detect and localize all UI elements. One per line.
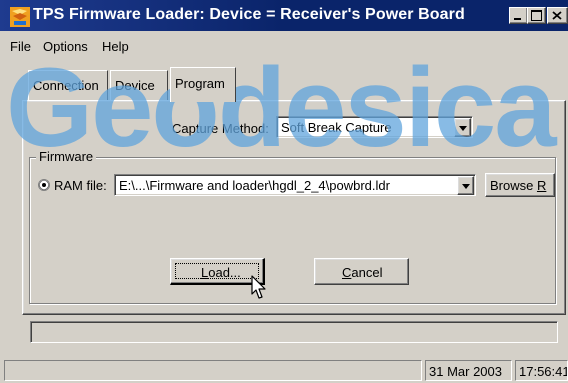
tab-device-label: Device [115, 78, 155, 93]
maximize-icon [531, 10, 542, 21]
chevron-down-icon [462, 184, 470, 189]
status-panel-date: 31 Mar 2003 [425, 360, 512, 381]
tab-connection[interactable]: Connection [28, 70, 108, 101]
cancel-label-text: ancel [351, 265, 383, 280]
browse-label-text: Browse [490, 178, 537, 193]
menu-file[interactable]: File [10, 39, 31, 54]
browse-button-label: Browse R [490, 178, 546, 193]
status-time: 17:56:41 [519, 364, 568, 379]
cancel-button-label: Cancel [342, 265, 382, 280]
chevron-down-icon [459, 126, 467, 131]
tab-program-label: Program [175, 76, 225, 91]
radio-dot-icon [42, 183, 46, 187]
firmware-group-label: Firmware [36, 149, 97, 164]
ram-file-path-value: E:\...\Firmware and loader\hgdl_2_4\powb… [119, 178, 390, 193]
status-panel-time: 17:56:41 [515, 360, 568, 381]
mouse-cursor-icon [251, 275, 266, 299]
close-icon [552, 11, 562, 20]
capture-method-value: Soft Break Capture [281, 120, 392, 135]
ram-file-dropdown-button[interactable] [457, 176, 474, 195]
capture-method-label: Capture Method: [172, 121, 269, 136]
minimize-icon [514, 18, 521, 20]
status-date: 31 Mar 2003 [429, 364, 502, 379]
load-label-text: oad... [208, 265, 241, 280]
close-button[interactable] [547, 7, 568, 24]
minimize-button[interactable] [509, 7, 528, 24]
cancel-label-accelerator: C [342, 265, 352, 280]
browse-label-accelerator: R [536, 178, 547, 193]
app-window: TPS Firmware Loader: Device = Receiver's… [0, 0, 568, 383]
cancel-button[interactable]: Cancel [314, 258, 409, 285]
window-title: TPS Firmware Loader: Device = Receiver's… [33, 6, 465, 23]
status-panel-message [4, 360, 422, 381]
browse-button[interactable]: Browse R [485, 173, 555, 197]
tab-connection-label: Connection [33, 78, 99, 93]
ram-file-label: RAM file: [54, 178, 107, 193]
tab-device[interactable]: Device [110, 70, 168, 101]
load-button-label: Load... [201, 265, 241, 280]
capture-method-select[interactable]: Soft Break Capture [276, 116, 473, 138]
menu-help[interactable]: Help [102, 39, 129, 54]
capture-method-dropdown-button[interactable] [454, 118, 471, 137]
title-bar[interactable]: TPS Firmware Loader: Device = Receiver's… [0, 0, 568, 31]
menu-bar: File Options Help [0, 31, 568, 59]
menu-options[interactable]: Options [43, 39, 88, 54]
ram-file-path-select[interactable]: E:\...\Firmware and loader\hgdl_2_4\powb… [114, 174, 476, 196]
app-icon[interactable] [10, 7, 30, 27]
ram-file-radio[interactable] [38, 179, 50, 191]
progress-bar [30, 321, 558, 343]
maximize-button[interactable] [527, 7, 546, 24]
tab-program[interactable]: Program [170, 67, 236, 102]
